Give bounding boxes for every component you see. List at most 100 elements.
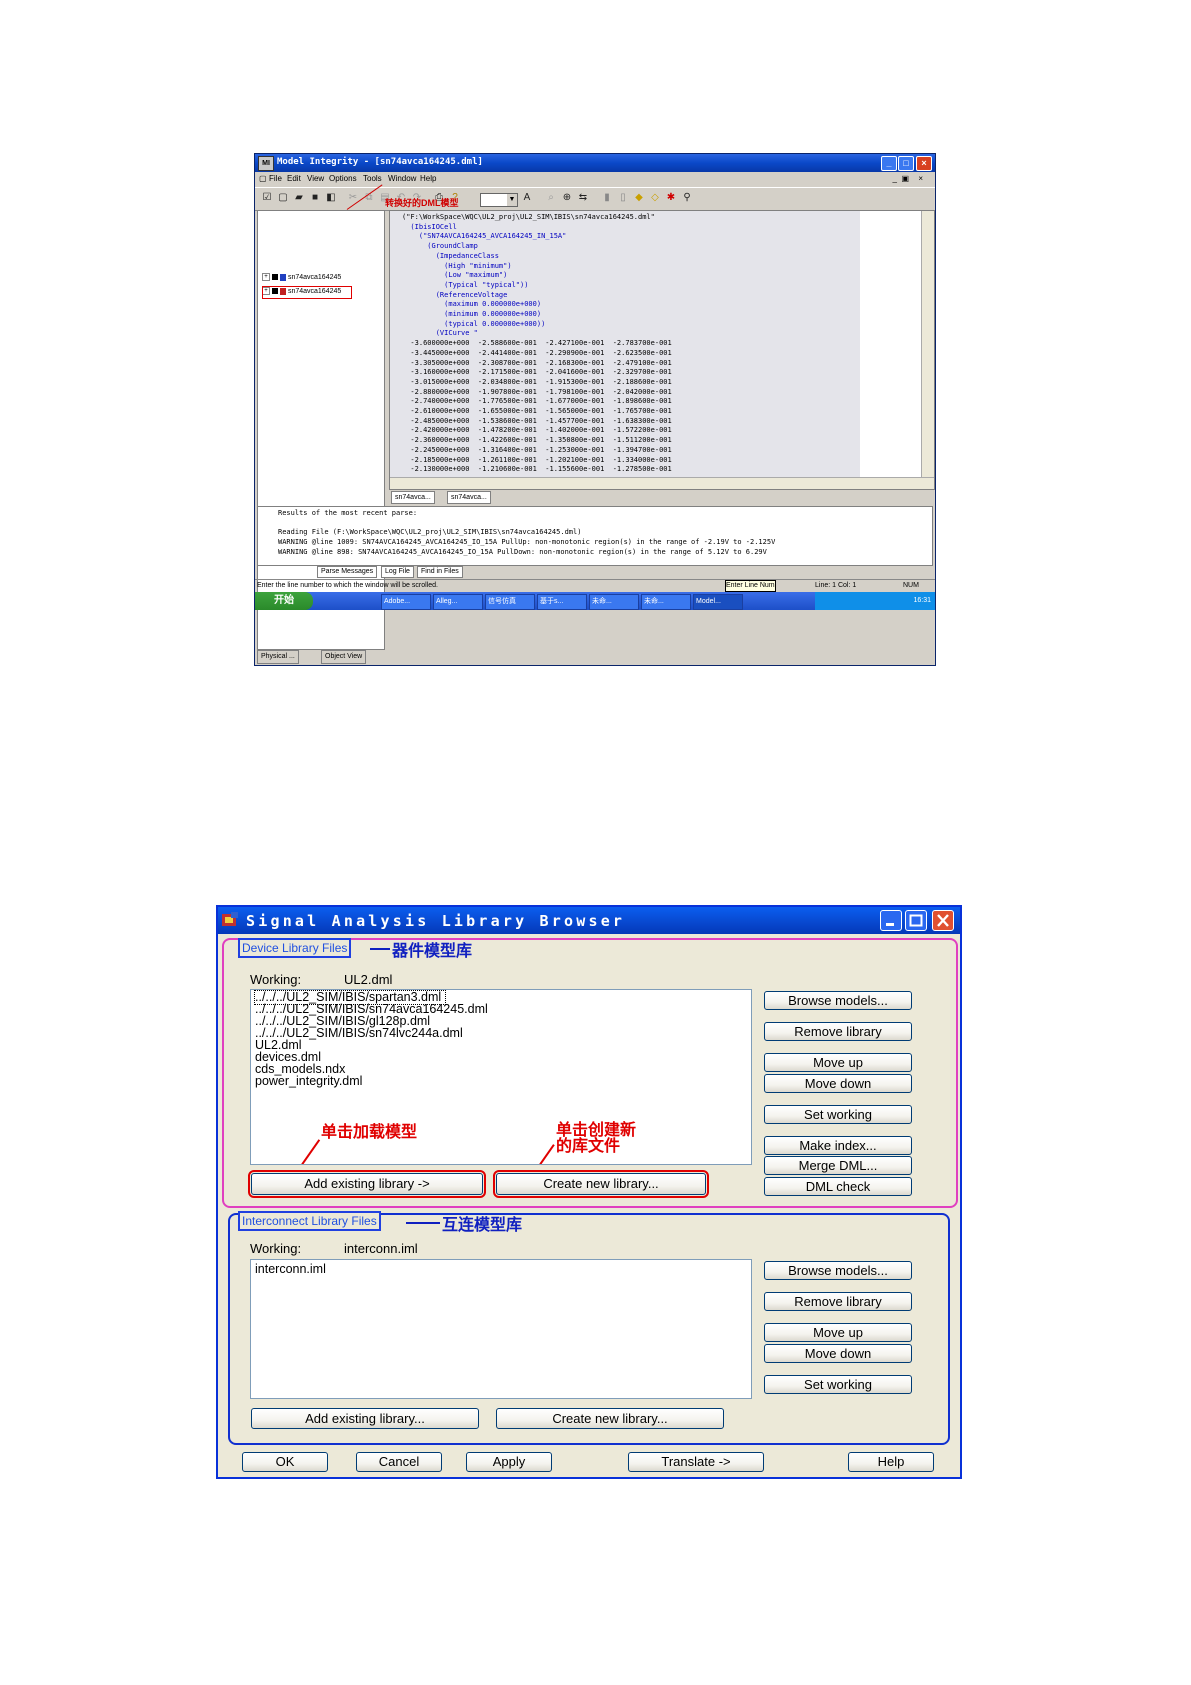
- list-item[interactable]: interconn.iml: [255, 1263, 326, 1276]
- interconnect-working-value: interconn.iml: [344, 1241, 418, 1256]
- menu-options[interactable]: Options: [329, 174, 357, 183]
- start-button[interactable]: 开始: [255, 592, 313, 610]
- tab-object-view[interactable]: Object View: [321, 650, 367, 664]
- close-button[interactable]: [932, 910, 954, 931]
- doc-restore-button[interactable]: ▣: [901, 174, 909, 183]
- browse-models-button[interactable]: Browse models...: [764, 1261, 912, 1280]
- bookmark-prev-icon[interactable]: ◇: [649, 192, 661, 204]
- list-item[interactable]: power_integrity.dml: [255, 1075, 362, 1088]
- maximize-button[interactable]: □: [898, 156, 914, 171]
- clock: 16:31: [913, 597, 931, 604]
- mi-toolbar: ☑ ▢ ▰ ■ ◧ ✂ ⧉ ▤ ↶ ↷ ⎙ ? ▼ A ⌕ ⊕ ⇆ ▮ ▯ ◆ …: [255, 187, 935, 211]
- close-button[interactable]: ×: [916, 156, 932, 171]
- doc-close-button[interactable]: ×: [918, 174, 923, 183]
- font-size-combo[interactable]: ▼: [480, 193, 518, 207]
- search-models-icon[interactable]: ⚲: [681, 192, 693, 204]
- mi-title-bar[interactable]: MI Model Integrity - [sn74avca164245.dml…: [255, 154, 935, 172]
- task-signal-sim[interactable]: 信号仿真: [485, 594, 535, 610]
- tab-physical[interactable]: Physical ...: [257, 650, 299, 664]
- open-folder-icon[interactable]: ▰: [293, 192, 305, 204]
- editor-vertical-scrollbar[interactable]: [921, 211, 934, 489]
- save-all-icon[interactable]: ◧: [325, 192, 337, 204]
- code-line: (High "minimum"): [402, 261, 512, 270]
- save-icon[interactable]: ■: [309, 192, 321, 204]
- move-up-button[interactable]: Move up: [764, 1053, 912, 1072]
- combo-arrow-icon[interactable]: ▼: [507, 194, 517, 206]
- interconnect-library-list[interactable]: interconn.iml: [250, 1259, 752, 1399]
- lb-title-bar[interactable]: Signal Analysis Library Browser: [218, 907, 960, 934]
- doc-tab-2[interactable]: sn74avca...: [447, 491, 491, 504]
- tree-row-ibis[interactable]: + sn74avca164245: [262, 273, 341, 283]
- create-new-library-button[interactable]: Create new library...: [493, 1170, 709, 1198]
- ok-button[interactable]: OK: [242, 1452, 328, 1472]
- bookmark-next-icon[interactable]: ▯: [617, 192, 629, 204]
- code-line: (VICurve ": [402, 329, 478, 338]
- add-existing-library-button[interactable]: Add existing library...: [251, 1408, 479, 1429]
- browse-models-button[interactable]: Browse models...: [764, 991, 912, 1010]
- checkbox-icon[interactable]: [272, 274, 278, 280]
- maximize-button[interactable]: [905, 910, 927, 931]
- merge-dml-button[interactable]: Merge DML...: [764, 1156, 912, 1175]
- code-editor[interactable]: ("F:\WorkSpace\WQC\UL2_proj\UL2_SIM\IBIS…: [389, 210, 935, 490]
- menu-file[interactable]: File: [269, 174, 282, 183]
- device-library-list[interactable]: ../../../UL2_SIM/IBIS/spartan3.dml ../..…: [250, 989, 752, 1165]
- interconnect-working-label: Working:: [250, 1241, 302, 1256]
- task-untitled-1[interactable]: 未命...: [589, 594, 639, 610]
- font-icon[interactable]: A: [521, 192, 533, 204]
- code-line: -3.600000e+000 -2.588600e-001 -2.427100e…: [402, 339, 672, 348]
- expand-icon[interactable]: +: [262, 273, 270, 281]
- editor-horizontal-scrollbar[interactable]: [390, 477, 934, 489]
- move-up-button[interactable]: Move up: [764, 1323, 912, 1342]
- apply-button[interactable]: Apply: [466, 1452, 552, 1472]
- move-down-button[interactable]: Move down: [764, 1074, 912, 1093]
- code-line: ("F:\WorkSpace\WQC\UL2_proj\UL2_SIM\IBIS…: [402, 213, 655, 221]
- task-doc[interactable]: 基于s...: [537, 594, 587, 610]
- code-line: -2.420000e+000 -1.478200e-001 -1.402000e…: [402, 426, 672, 435]
- remove-library-button[interactable]: Remove library: [764, 1292, 912, 1311]
- menu-edit[interactable]: Edit: [287, 174, 301, 183]
- help-button[interactable]: Help: [848, 1452, 934, 1472]
- create-new-library-button[interactable]: Create new library...: [496, 1408, 724, 1429]
- task-untitled-2[interactable]: 未命...: [641, 594, 691, 610]
- menu-help[interactable]: Help: [420, 174, 436, 183]
- move-down-button[interactable]: Move down: [764, 1344, 912, 1363]
- set-working-button[interactable]: Set working: [764, 1105, 912, 1124]
- doc-minimize-button[interactable]: _: [893, 174, 897, 183]
- add-existing-library-button[interactable]: Add existing library ->: [248, 1170, 486, 1198]
- note-create-line1: 单击创建新: [556, 1122, 637, 1139]
- code-text[interactable]: ("F:\WorkSpace\WQC\UL2_proj\UL2_SIM\IBIS…: [402, 213, 862, 475]
- note-add-pointer: [300, 1139, 321, 1164]
- menu-tools[interactable]: Tools: [363, 174, 382, 183]
- find-icon[interactable]: ⌕: [545, 192, 557, 204]
- remove-library-button[interactable]: Remove library: [764, 1022, 912, 1041]
- task-adobe[interactable]: Adobe...: [381, 594, 431, 610]
- task-model-integrity[interactable]: Model...: [693, 594, 743, 610]
- replace-icon[interactable]: ⇆: [577, 192, 589, 204]
- device-working-label: Working:: [250, 972, 302, 987]
- dml-check-button[interactable]: DML check: [764, 1177, 912, 1196]
- minimize-button[interactable]: _: [881, 156, 897, 171]
- translate-button[interactable]: Translate ->: [628, 1452, 764, 1472]
- annotation-dml-model: 转换好的DML模型: [385, 198, 459, 208]
- check-icon[interactable]: ☑: [261, 192, 273, 204]
- minimize-button[interactable]: [880, 910, 902, 931]
- bookmark-icon[interactable]: ▮: [601, 192, 613, 204]
- menu-view[interactable]: View: [307, 174, 324, 183]
- bookmark-toggle-icon[interactable]: ◆: [633, 192, 645, 204]
- parse-messages-panel[interactable]: Results of the most recent parse: Readin…: [257, 506, 933, 566]
- new-file-icon[interactable]: ▢: [277, 192, 289, 204]
- stop-icon[interactable]: ✱: [665, 192, 677, 204]
- mi-window-title: Model Integrity - [sn74avca164245.dml]: [277, 157, 483, 167]
- tab-log-file[interactable]: Log File: [381, 566, 414, 578]
- doc-tab-1[interactable]: sn74avca...: [391, 491, 435, 504]
- device-working-row: Working: UL2.dml: [250, 972, 392, 987]
- zoom-icon[interactable]: ⊕: [561, 192, 573, 204]
- cancel-button[interactable]: Cancel: [356, 1452, 442, 1472]
- tab-find-in-files[interactable]: Find in Files: [417, 566, 463, 578]
- task-allegro[interactable]: Alleg...: [433, 594, 483, 610]
- make-index-button[interactable]: Make index...: [764, 1136, 912, 1155]
- note-create-line2: 的库文件: [556, 1138, 621, 1155]
- tab-parse-messages[interactable]: Parse Messages: [317, 566, 378, 578]
- set-working-button[interactable]: Set working: [764, 1375, 912, 1394]
- menu-window[interactable]: Window: [388, 174, 416, 183]
